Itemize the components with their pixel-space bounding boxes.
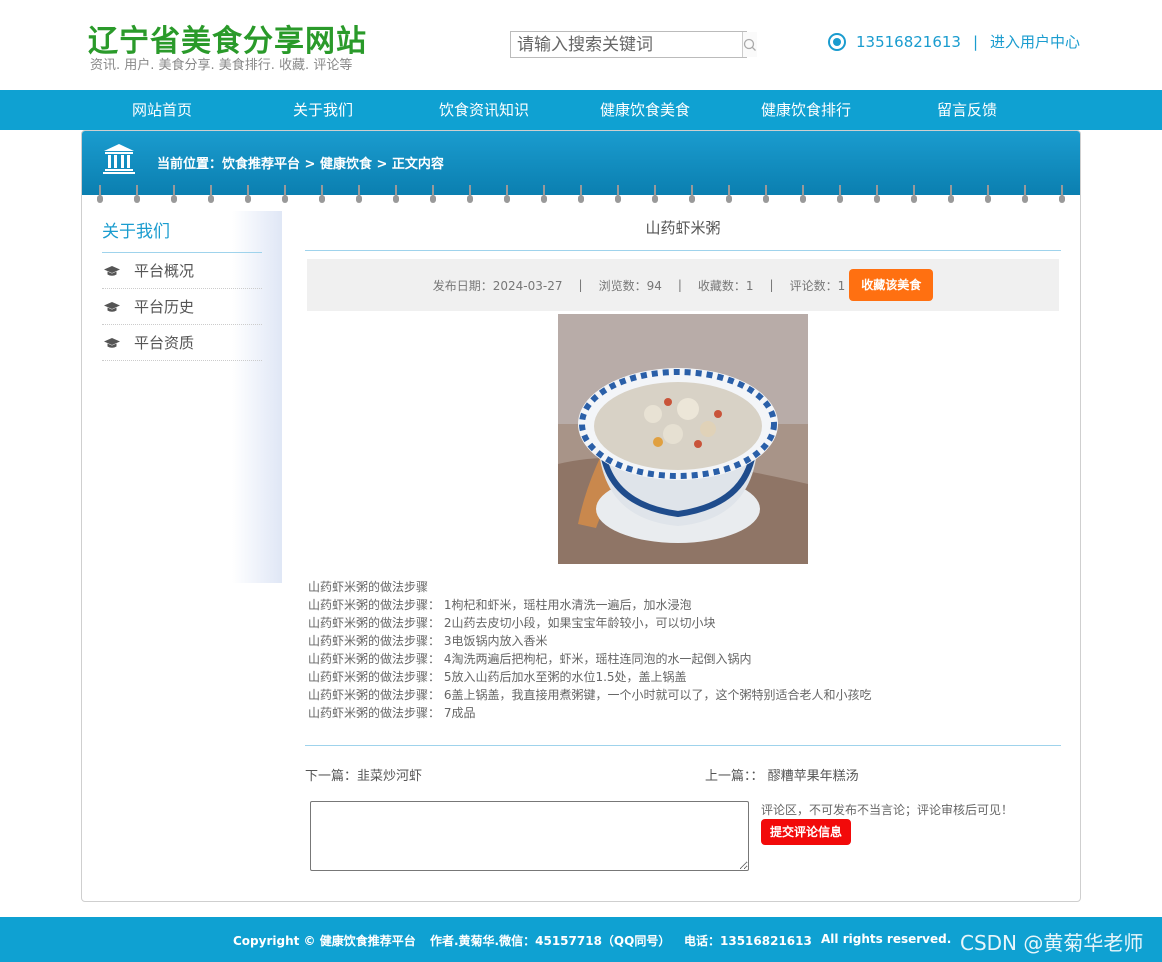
- spiral-ring: [1022, 185, 1028, 205]
- spiral-ring: [504, 185, 510, 205]
- recipe-steps: 山药虾米粥的做法步骤 山药虾米粥的做法步骤： 1枸杞和虾米，瑶柱用水清洗一遍后，…: [308, 578, 1061, 722]
- spiral-ring: [763, 185, 769, 205]
- spiral-ring: [356, 185, 362, 205]
- submit-comment-button[interactable]: 提交评论信息: [761, 819, 852, 845]
- spiral-ring: [800, 185, 806, 205]
- article-meta: 发布日期：2024-03-27 | 浏览数：94 | 收藏数：1 | 评论数：1…: [307, 259, 1059, 311]
- comment-count: 评论数：1: [789, 278, 846, 293]
- recipe-step: 山药虾米粥的做法步骤： 1枸杞和虾米，瑶柱用水清洗一遍后，加水浸泡: [308, 598, 692, 612]
- sidebar: 关于我们 平台概况 平台历史 平台资质: [102, 217, 262, 361]
- nav-item-food[interactable]: 健康饮食美食: [565, 90, 725, 130]
- favorite-button[interactable]: 收藏该美食: [849, 269, 934, 301]
- spiral-ring: [245, 185, 251, 205]
- spiral-ring: [282, 185, 288, 205]
- spiral-ring: [578, 185, 584, 205]
- csdn-watermark: CSDN @黄菊华老师: [960, 931, 1144, 955]
- recipe-step: 山药虾米粥的做法步骤： 4淘洗两遍后把枸杞，虾米，瑶柱连同泡的水一起倒入锅内: [308, 652, 752, 666]
- prev-article-link[interactable]: 上一篇：： 醪糟苹果年糕汤: [705, 765, 859, 784]
- view-count: 浏览数：94: [598, 278, 662, 293]
- spiral-ring: [689, 185, 695, 205]
- breadcrumb: 当前位置：饮食推荐平台 > 健康饮食 > 正文内容: [157, 157, 444, 172]
- spiral-ring: [171, 185, 177, 205]
- spiral-ring: [319, 185, 325, 205]
- article-title: 山药虾米粥: [305, 213, 1061, 251]
- footer-author: 作者.黄菊华.微信：45157718（QQ同号）: [430, 934, 671, 948]
- spiral-ring: [874, 185, 880, 205]
- header-contact: 13516821613 | 进入用户中心: [828, 31, 1080, 52]
- footer-rights: All rights reserved.: [821, 932, 952, 946]
- spiral-rings: [82, 185, 1080, 211]
- nav-item-about[interactable]: 关于我们: [243, 90, 403, 130]
- search-button[interactable]: [742, 32, 757, 57]
- sidebar-item-label: 平台历史: [134, 298, 195, 316]
- search-icon: [743, 38, 756, 51]
- search-box: [510, 31, 757, 58]
- graduation-cap-icon: [104, 265, 120, 276]
- nav-item-home[interactable]: 网站首页: [82, 90, 242, 130]
- comment-textarea[interactable]: [310, 801, 749, 871]
- meta-separator: |: [578, 278, 583, 292]
- location-icon: [828, 32, 846, 51]
- nav-item-ranking[interactable]: 健康饮食排行: [726, 90, 886, 130]
- meta-separator: |: [769, 278, 774, 292]
- spiral-ring: [97, 185, 103, 205]
- header-phone: 13516821613: [856, 32, 961, 51]
- comment-notice: 评论区，不可发布不当言论；评论审核后可见！: [761, 803, 1014, 817]
- graduation-cap-icon: [104, 337, 120, 348]
- sidebar-item-overview[interactable]: 平台概况: [102, 253, 262, 289]
- sidebar-item-label: 平台资质: [134, 334, 195, 352]
- sidebar-item-history[interactable]: 平台历史: [102, 289, 262, 325]
- recipe-step: 山药虾米粥的做法步骤： 7成品: [308, 706, 476, 720]
- recipe-step: 山药虾米粥的做法步骤: [308, 580, 429, 594]
- meta-separator: |: [677, 278, 682, 292]
- content-panel: 当前位置：饮食推荐平台 > 健康饮食 > 正文内容 关于我们 平台概况 平台历史…: [81, 130, 1081, 902]
- footer-copyright: Copyright © 健康饮食推荐平台: [233, 934, 416, 948]
- spiral-ring: [726, 185, 732, 205]
- sidebar-item-label: 平台概况: [134, 262, 195, 280]
- dish-photo: [558, 314, 808, 564]
- search-input[interactable]: [511, 32, 742, 57]
- spiral-ring: [393, 185, 399, 205]
- spiral-ring: [430, 185, 436, 205]
- nav-item-feedback[interactable]: 留言反馈: [887, 90, 1047, 130]
- spiral-ring: [134, 185, 140, 205]
- recipe-step: 山药虾米粥的做法步骤： 3电饭锅内放入香米: [308, 634, 548, 648]
- recipe-step: 山药虾米粥的做法步骤： 2山药去皮切小段，如果宝宝年龄较小，可以切小块: [308, 616, 716, 630]
- recipe-step: 山药虾米粥的做法步骤： 5放入山药后加水至粥的水位1.5处，盖上锅盖: [308, 670, 687, 684]
- institution-icon: [103, 144, 135, 174]
- nav-item-news[interactable]: 饮食资讯知识: [404, 90, 564, 130]
- spiral-ring: [652, 185, 658, 205]
- main-nav: 网站首页 关于我们 饮食资讯知识 健康饮食美食 健康饮食排行 留言反馈: [0, 90, 1162, 130]
- user-center-link[interactable]: 进入用户中心: [990, 31, 1080, 52]
- spiral-ring: [541, 185, 547, 205]
- spiral-ring: [208, 185, 214, 205]
- spiral-ring: [1059, 185, 1065, 205]
- header-separator: |: [972, 32, 979, 51]
- sidebar-title: 关于我们: [102, 217, 262, 253]
- spiral-ring: [911, 185, 917, 205]
- graduation-cap-icon: [104, 301, 120, 312]
- favorite-count: 收藏数：1: [697, 278, 754, 293]
- sidebar-item-qualification[interactable]: 平台资质: [102, 325, 262, 361]
- content-divider: [305, 745, 1061, 746]
- spiral-ring: [615, 185, 621, 205]
- spiral-ring: [467, 185, 473, 205]
- footer-phone: 电话：13516821613: [684, 934, 812, 948]
- spiral-ring: [837, 185, 843, 205]
- article: 山药虾米粥 发布日期：2024-03-27 | 浏览数：94 | 收藏数：1 |…: [305, 213, 1061, 871]
- spiral-ring: [985, 185, 991, 205]
- spiral-ring: [948, 185, 954, 205]
- next-article-link[interactable]: 下一篇：韭菜炒河虾: [305, 765, 422, 784]
- recipe-step: 山药虾米粥的做法步骤： 6盖上锅盖，我直接用煮粥键，一个小时就可以了，这个粥特别…: [308, 688, 872, 702]
- site-header: 辽宁省美食分享网站 资讯. 用户. 美食分享. 美食排行. 收藏. 评论等 13…: [0, 0, 1162, 90]
- publish-date: 发布日期：2024-03-27: [432, 278, 563, 293]
- site-subtitle: 资讯. 用户. 美食分享. 美食排行. 收藏. 评论等: [90, 58, 353, 73]
